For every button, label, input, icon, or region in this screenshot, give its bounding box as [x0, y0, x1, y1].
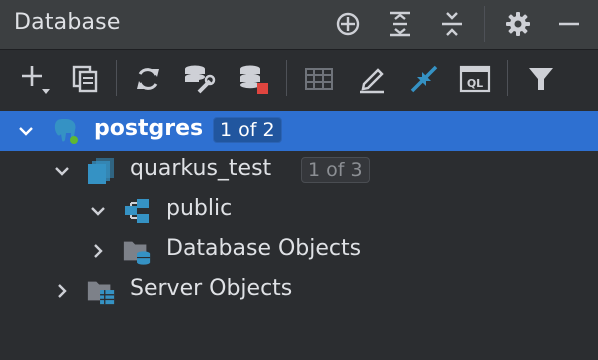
gear-icon[interactable]	[503, 9, 533, 39]
chevron-right-icon[interactable]	[52, 281, 72, 301]
tree-node-server-objects[interactable]: Server Objects	[0, 271, 598, 311]
tree-node-label: public	[166, 196, 233, 221]
tree-node-label: postgres	[94, 116, 204, 141]
tree-node-database-objects[interactable]: Database Objects	[0, 231, 598, 271]
server-objects-folder-icon	[86, 276, 116, 306]
title-bar: Database	[0, 0, 598, 50]
table-view-icon[interactable]	[302, 62, 336, 96]
chevron-down-icon[interactable]	[52, 161, 72, 181]
database-objects-folder-icon	[122, 236, 152, 266]
tree-node-postgres[interactable]: postgres 1 of 2	[0, 111, 598, 151]
titlebar-separator	[484, 6, 485, 42]
toolbar-separator-3	[507, 60, 508, 96]
count-badge: 1 of 2	[213, 117, 282, 143]
toolbar: QL	[0, 50, 598, 106]
tree-node-quarkus-test[interactable]: quarkus_test 1 of 3	[0, 151, 598, 191]
postgres-elephant-icon	[51, 116, 81, 146]
console-label: QL	[467, 77, 483, 90]
duplicate-icon[interactable]	[68, 62, 102, 96]
tree-node-label: Server Objects	[130, 276, 293, 301]
tree-node-label: quarkus_test	[130, 156, 272, 181]
expand-all-icon[interactable]	[385, 9, 415, 39]
collapse-all-icon[interactable]	[437, 9, 467, 39]
schema-icon	[122, 196, 152, 226]
jump-to-icon[interactable]	[407, 62, 441, 96]
query-console-icon[interactable]: QL	[458, 62, 492, 96]
chevron-down-icon[interactable]	[88, 201, 108, 221]
tree-node-label: Database Objects	[166, 236, 362, 261]
chevron-down-icon[interactable]	[16, 121, 36, 141]
database-tool-window: Database QL postgres 1 of 2 quarkus_test…	[0, 0, 598, 360]
panel-title: Database	[14, 10, 121, 35]
filter-icon[interactable]	[524, 62, 558, 96]
minimize-icon[interactable]	[554, 9, 584, 39]
tree-node-public[interactable]: public	[0, 191, 598, 231]
data-source-properties-icon[interactable]	[182, 62, 216, 96]
stop-icon[interactable]	[236, 62, 270, 96]
edit-icon[interactable]	[355, 62, 389, 96]
add-icon[interactable]	[18, 62, 52, 96]
toolbar-separator-2	[286, 60, 287, 96]
crosshair-icon[interactable]	[333, 9, 363, 39]
refresh-icon[interactable]	[131, 62, 165, 96]
toolbar-separator-1	[116, 60, 117, 96]
count-badge: 1 of 3	[301, 157, 370, 183]
database-icon	[86, 156, 116, 186]
chevron-right-icon[interactable]	[88, 241, 108, 261]
